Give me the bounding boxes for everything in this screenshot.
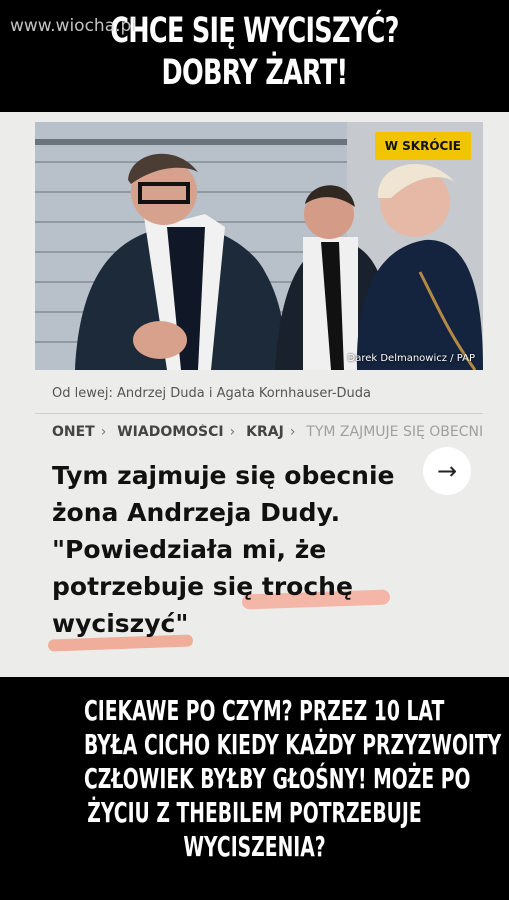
photo-credit: Darek Delmanowicz / PAP bbox=[347, 353, 476, 364]
bottom-comment-line: WYCISZENIA? bbox=[183, 830, 326, 863]
arrow-right-icon: → bbox=[436, 457, 458, 485]
top-title-line: DOBRY ŻART! bbox=[161, 53, 349, 93]
headline-line: żona Andrzeja Dudy. bbox=[52, 498, 341, 527]
bottom-comment-line: CIEKAWE PO CZYM? PRZEZ 10 LAT bbox=[83, 694, 445, 727]
article-card: W SKRÓCIE Darek Delmanowicz / PAP Od lew… bbox=[0, 112, 509, 677]
headline-line: potrzebuje się trochę bbox=[52, 572, 353, 601]
breadcrumb-country[interactable]: KRAJ bbox=[246, 424, 284, 440]
bottom-comment-line: BYŁA CICHO KIEDY KAŻDY PRZYZWOITY bbox=[83, 728, 502, 761]
top-banner: CHCE SIĘ WYCISZYĆ? DOBRY ŻART! www.wioch… bbox=[0, 0, 509, 112]
next-arrow-button[interactable]: → bbox=[423, 447, 471, 495]
short-news-badge: W SKRÓCIE bbox=[374, 132, 471, 160]
photo-caption: Od lewej: Andrzej Duda i Agata Kornhause… bbox=[52, 386, 372, 401]
bottom-comment-line: ŻYCIU Z THEBILEM POTRZEBUJE bbox=[87, 796, 422, 829]
breadcrumb: ONET › WIADOMOŚCI › KRAJ › TYM ZAJMUJE SIĘ … bbox=[52, 424, 482, 446]
bottom-comment: CIEKAWE PO CZYM? PRZEZ 10 LAT BYŁA CICHO… bbox=[0, 694, 509, 864]
article-headline: Tym zajmuje się obecnie żona Andrzeja Du… bbox=[52, 457, 407, 642]
breadcrumb-separator: › bbox=[100, 424, 107, 440]
bottom-comment-line: CZŁOWIEK BYŁBY GŁOŚNY! MOŻE PO bbox=[83, 762, 471, 795]
caption-divider bbox=[35, 413, 483, 414]
article-photo: W SKRÓCIE Darek Delmanowicz / PAP bbox=[35, 122, 483, 370]
headline-line: "Powiedziała mi, że bbox=[52, 535, 327, 564]
headline-line: wyciszyć" bbox=[52, 609, 189, 638]
breadcrumb-separator: › bbox=[229, 424, 236, 440]
breadcrumb-separator: › bbox=[289, 424, 296, 440]
watermark: www.wiocha.pl bbox=[10, 16, 137, 36]
headline-line: Tym zajmuje się obecnie bbox=[52, 461, 395, 490]
breadcrumb-news[interactable]: WIADOMOŚCI bbox=[117, 424, 223, 440]
breadcrumb-onet[interactable]: ONET bbox=[52, 424, 95, 440]
breadcrumb-current: TYM ZAJMUJE SIĘ OBECNIE ŻO bbox=[306, 424, 482, 440]
